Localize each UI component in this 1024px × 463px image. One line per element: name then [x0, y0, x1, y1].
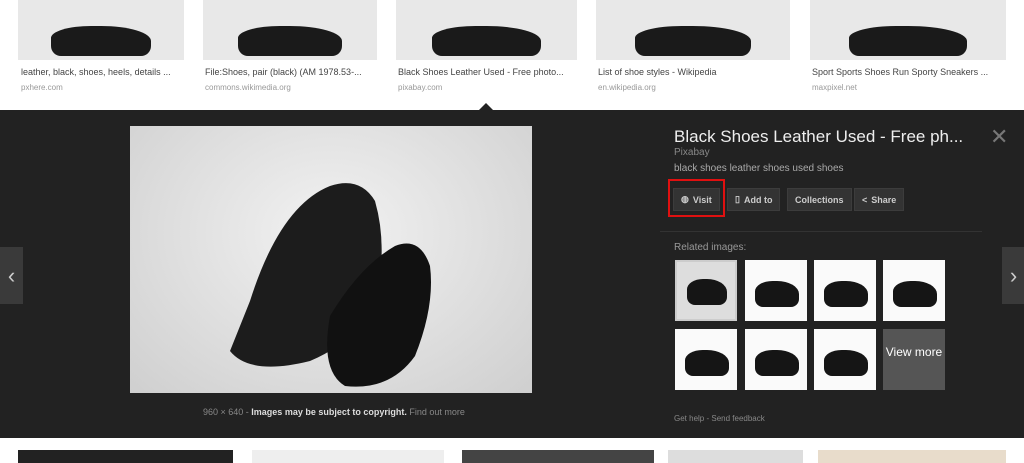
result-source: pixabay.com: [398, 83, 443, 92]
image-meta: 960 × 640 - Images may be subject to cop…: [203, 407, 465, 417]
add-to-label: Add to: [743, 194, 773, 205]
related-image[interactable]: [675, 329, 737, 390]
related-image[interactable]: [745, 329, 807, 390]
related-image[interactable]: [675, 260, 737, 321]
next-arrow-icon[interactable]: ›: [1002, 247, 1024, 304]
panel-footer: Get help - Send feedback: [674, 414, 765, 423]
collections-label: Collections: [795, 194, 844, 205]
result-title: Black Shoes Leather Used - Free photo...: [398, 67, 564, 77]
previous-arrow-icon[interactable]: ‹: [0, 247, 23, 304]
image-title[interactable]: Black Shoes Leather Used - Free ph...: [674, 127, 963, 147]
result-thumb[interactable]: [396, 0, 577, 60]
highlight-box: [668, 179, 725, 217]
bookmark-icon: ▯: [735, 194, 740, 204]
result-title: leather, black, shoes, heels, details ..…: [21, 67, 171, 77]
result-thumb[interactable]: [18, 0, 184, 60]
image-detail-panel: ‹ › 960 × 640 - Images may be subject to…: [0, 110, 1024, 438]
divider: [660, 231, 982, 232]
shoe-image: [634, 26, 752, 56]
shoe-image: [432, 26, 541, 56]
copyright-notice: Images may be subject to copyright.: [251, 407, 407, 417]
result-thumb[interactable]: [203, 0, 377, 60]
related-image[interactable]: [814, 260, 876, 321]
result-source: pxhere.com: [21, 83, 63, 92]
result-source: commons.wikimedia.org: [205, 83, 291, 92]
result-caption[interactable]: leather, black, shoes, heels, details ..…: [21, 67, 201, 92]
result-caption[interactable]: List of shoe styles - Wikipedia en.wikipe…: [598, 67, 778, 92]
shoe-image: [51, 26, 151, 56]
share-icon: <: [862, 194, 868, 205]
related-image[interactable]: [745, 260, 807, 321]
result-source: en.wikipedia.org: [598, 83, 656, 92]
result-thumb[interactable]: [596, 0, 790, 60]
share-label: Share: [871, 194, 897, 205]
result-title: File:Shoes, pair (black) (AM 1978.53-...: [205, 67, 362, 77]
shoe-image: [849, 26, 967, 56]
result-source: maxpixel.net: [812, 83, 857, 92]
result-thumb[interactable]: [462, 450, 654, 463]
shoe-image: [237, 26, 343, 56]
shoes-illustration: [230, 183, 431, 387]
result-title: Sport Sports Shoes Run Sporty Sneakers .…: [812, 67, 989, 77]
related-images-label: Related images:: [674, 242, 747, 253]
image-description: black shoes leather shoes used shoes: [674, 163, 844, 174]
related-image[interactable]: [883, 260, 945, 321]
view-more-button[interactable]: View more: [883, 329, 945, 390]
result-thumb[interactable]: [252, 450, 444, 463]
result-thumb[interactable]: [18, 450, 233, 463]
find-out-more-link[interactable]: Find out more: [409, 407, 465, 417]
view-more-label: View more: [885, 345, 943, 359]
result-caption[interactable]: Black Shoes Leather Used - Free photo...…: [398, 67, 578, 92]
close-icon[interactable]: ✕: [990, 124, 1008, 150]
related-image[interactable]: [814, 329, 876, 390]
result-thumb[interactable]: [810, 0, 1006, 60]
get-help-link[interactable]: Get help: [674, 414, 704, 423]
result-thumb[interactable]: [818, 450, 1006, 463]
site-name: Pixabay: [674, 147, 710, 158]
result-thumb[interactable]: [668, 450, 803, 463]
main-image[interactable]: [130, 126, 532, 393]
result-caption[interactable]: Sport Sports Shoes Run Sporty Sneakers .…: [812, 67, 992, 92]
result-caption[interactable]: File:Shoes, pair (black) (AM 1978.53-...…: [205, 67, 385, 92]
send-feedback-link[interactable]: Send feedback: [711, 414, 764, 423]
add-to-button[interactable]: ▯ Add to: [727, 188, 781, 211]
result-title: List of shoe styles - Wikipedia: [598, 67, 717, 77]
collections-button[interactable]: Collections: [787, 188, 852, 211]
image-dimensions: 960 × 640: [203, 407, 244, 417]
share-button[interactable]: < Share: [854, 188, 905, 211]
